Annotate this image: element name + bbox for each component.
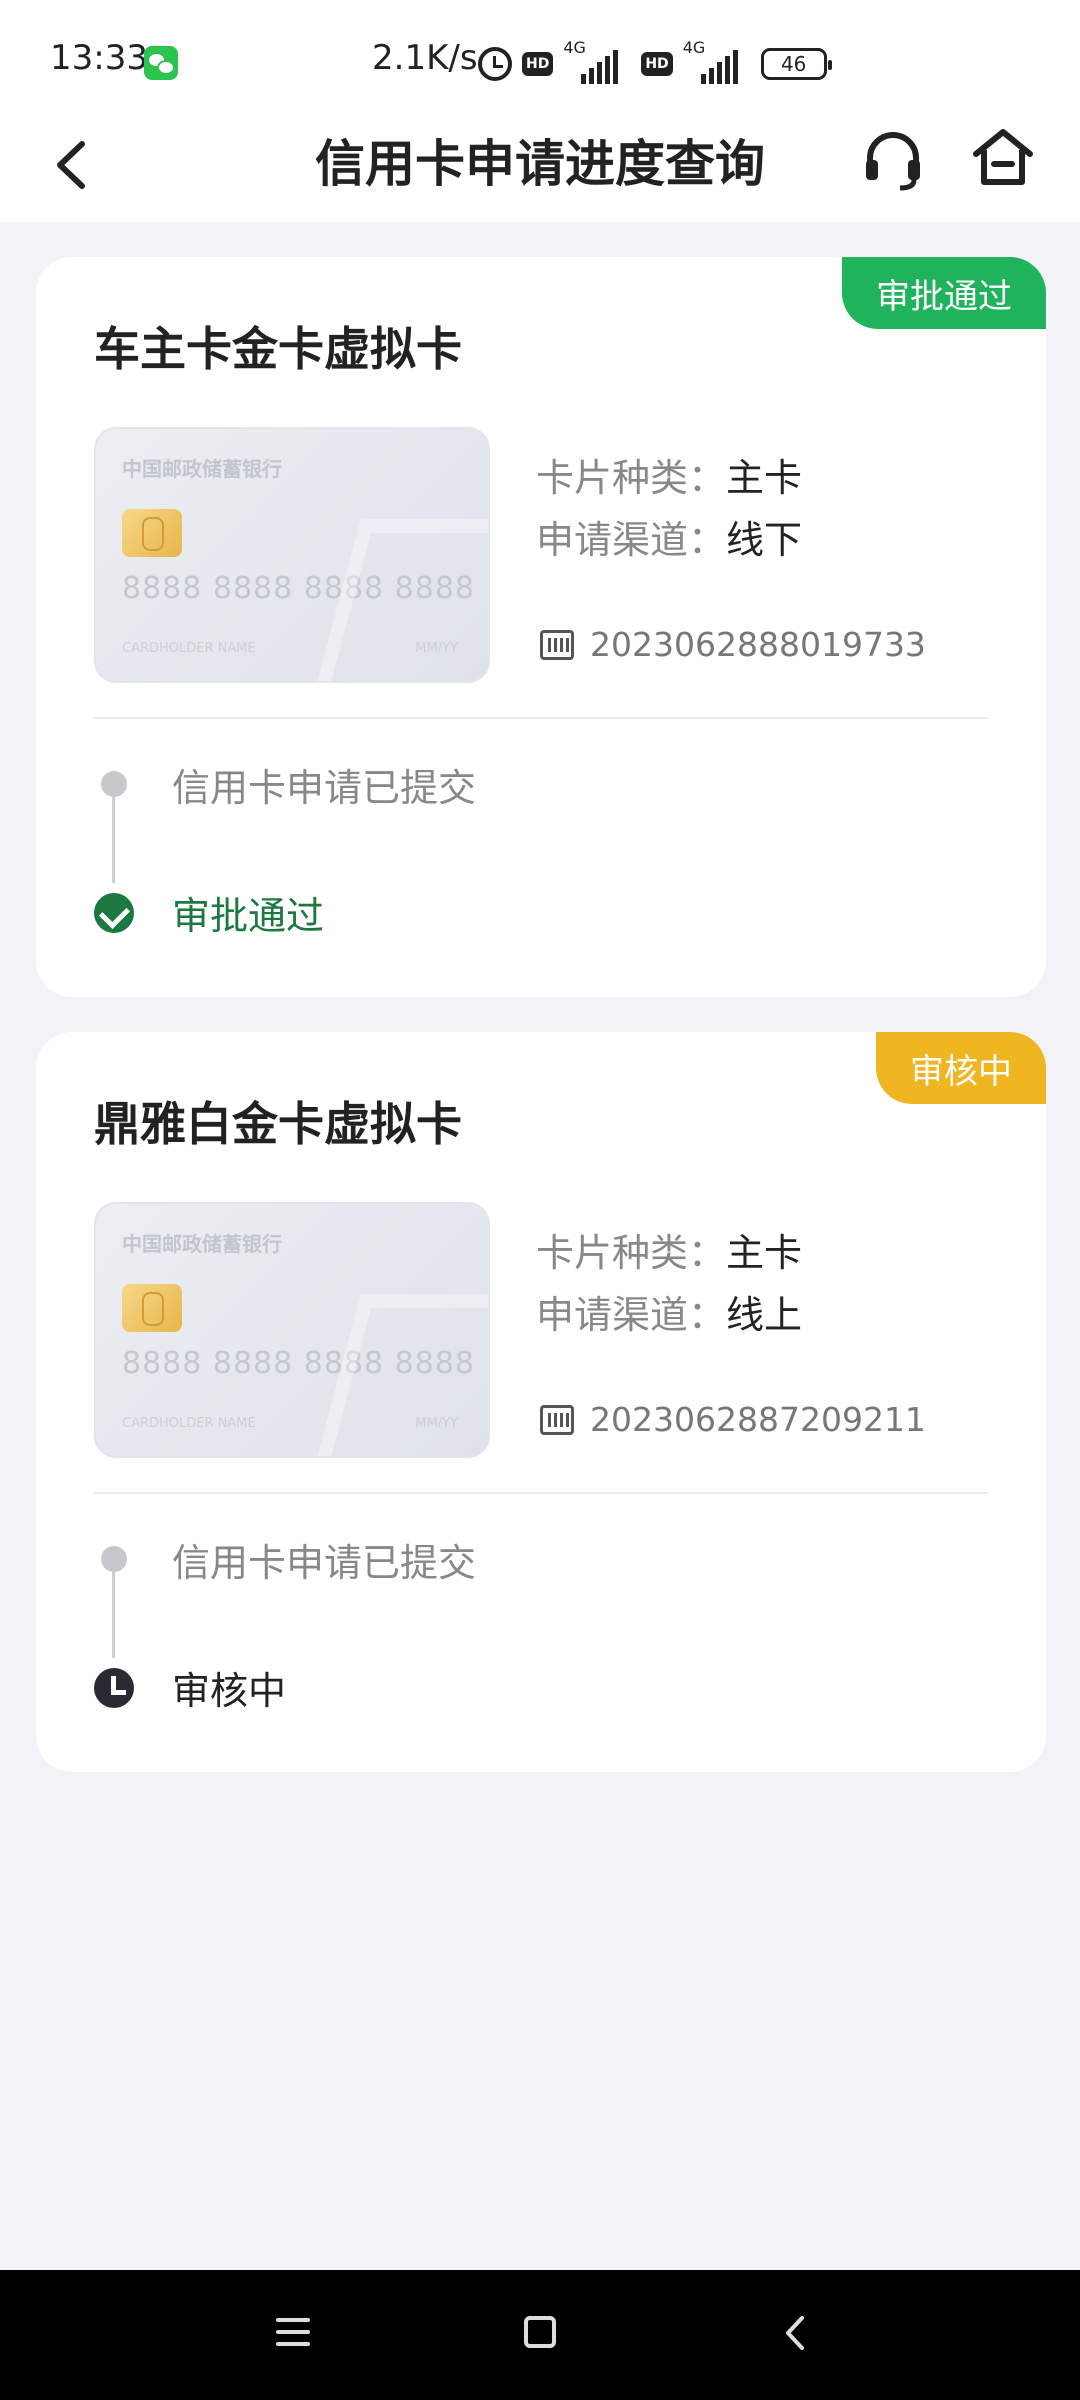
application-number: 2023062888019733 bbox=[540, 625, 926, 664]
menu-icon[interactable] bbox=[276, 2316, 310, 2350]
status-badge: 审核中 bbox=[876, 1032, 1046, 1104]
timeline-step-current: 审批通过 bbox=[172, 894, 325, 938]
system-nav-bar bbox=[0, 2270, 1080, 2400]
signal-icon: 4G bbox=[563, 38, 631, 84]
header: 信用卡申请进度查询 bbox=[0, 110, 1080, 222]
bank-logo-watermark bbox=[315, 519, 488, 681]
application-card[interactable]: 审核中 鼎雅白金卡虚拟卡 中国邮政储蓄银行 8888 8888 8888 888… bbox=[36, 1032, 1046, 1772]
channel-label: 申请渠道： bbox=[536, 518, 727, 562]
status-time: 13:33 bbox=[50, 38, 148, 78]
timeline-line bbox=[112, 787, 115, 883]
divider bbox=[94, 717, 988, 719]
card-holder: CARDHOLDER NAME bbox=[122, 1416, 256, 1431]
chip-icon bbox=[122, 1284, 182, 1332]
application-number-text: 2023062887209211 bbox=[590, 1400, 926, 1439]
card-type-label: 卡片种类： bbox=[536, 456, 727, 500]
signal-icon: 4G bbox=[683, 38, 751, 84]
timeline-line bbox=[112, 1562, 115, 1658]
barcode-icon bbox=[540, 629, 574, 660]
timeline-step-current: 审核中 bbox=[172, 1669, 287, 1713]
channel-value: 线下 bbox=[726, 518, 803, 562]
card-product-name: 车主卡金卡虚拟卡 bbox=[94, 322, 462, 376]
back-nav-icon[interactable] bbox=[778, 2314, 812, 2352]
channel-value: 线上 bbox=[726, 1293, 803, 1337]
channel-row: 申请渠道：线下 bbox=[536, 509, 802, 564]
customer-service-button[interactable] bbox=[858, 124, 928, 194]
card-image: 中国邮政储蓄银行 8888 8888 8888 8888 CARDHOLDER … bbox=[94, 1202, 490, 1458]
application-number-text: 2023062888019733 bbox=[590, 625, 926, 664]
card-bank-name: 中国邮政储蓄银行 bbox=[122, 1232, 282, 1256]
card-product-name: 鼎雅白金卡虚拟卡 bbox=[94, 1097, 462, 1151]
battery-icon: 46 bbox=[760, 48, 832, 80]
square-home-icon[interactable] bbox=[524, 2316, 556, 2348]
status-badge: 审批通过 bbox=[842, 257, 1046, 329]
card-type-label: 卡片种类： bbox=[536, 1231, 727, 1275]
chip-icon bbox=[122, 509, 182, 557]
card-holder: CARDHOLDER NAME bbox=[122, 641, 256, 656]
wechat-icon bbox=[144, 46, 178, 80]
alarm-icon bbox=[478, 47, 512, 81]
card-type-value: 主卡 bbox=[726, 1231, 803, 1275]
hd-badge: HD bbox=[522, 52, 554, 76]
channel-label: 申请渠道： bbox=[536, 1293, 727, 1337]
status-bar: 13:33 2.1K/s HD 4G HD 4G 46 bbox=[0, 0, 1080, 110]
home-button[interactable] bbox=[968, 122, 1038, 192]
application-number: 2023062887209211 bbox=[540, 1400, 926, 1439]
back-button[interactable] bbox=[40, 130, 110, 200]
card-type-value: 主卡 bbox=[726, 456, 803, 500]
card-type-row: 卡片种类：主卡 bbox=[536, 447, 802, 502]
home-icon bbox=[973, 129, 1033, 185]
card-bank-name: 中国邮政储蓄银行 bbox=[122, 457, 282, 481]
timeline-step-submitted: 信用卡申请已提交 bbox=[172, 766, 477, 810]
timeline-step-submitted: 信用卡申请已提交 bbox=[172, 1541, 477, 1585]
hd-badge: HD bbox=[641, 52, 673, 76]
chevron-left-icon bbox=[57, 141, 85, 189]
card-type-row: 卡片种类：主卡 bbox=[536, 1222, 802, 1277]
channel-row: 申请渠道：线上 bbox=[536, 1284, 802, 1339]
divider bbox=[94, 1492, 988, 1494]
card-image: 中国邮政储蓄银行 8888 8888 8888 8888 CARDHOLDER … bbox=[94, 427, 490, 683]
status-icons: HD 4G HD 4G 46 bbox=[478, 38, 832, 84]
timeline-dot bbox=[101, 771, 127, 797]
check-circle-icon bbox=[94, 893, 134, 933]
barcode-icon bbox=[540, 1404, 574, 1435]
timeline-dot bbox=[101, 1546, 127, 1572]
headset-icon bbox=[866, 132, 920, 191]
clock-icon bbox=[94, 1668, 134, 1708]
network-speed: 2.1K/s bbox=[372, 38, 478, 78]
application-card[interactable]: 审批通过 车主卡金卡虚拟卡 中国邮政储蓄银行 8888 8888 8888 88… bbox=[36, 257, 1046, 997]
bank-logo-watermark bbox=[315, 1294, 488, 1456]
